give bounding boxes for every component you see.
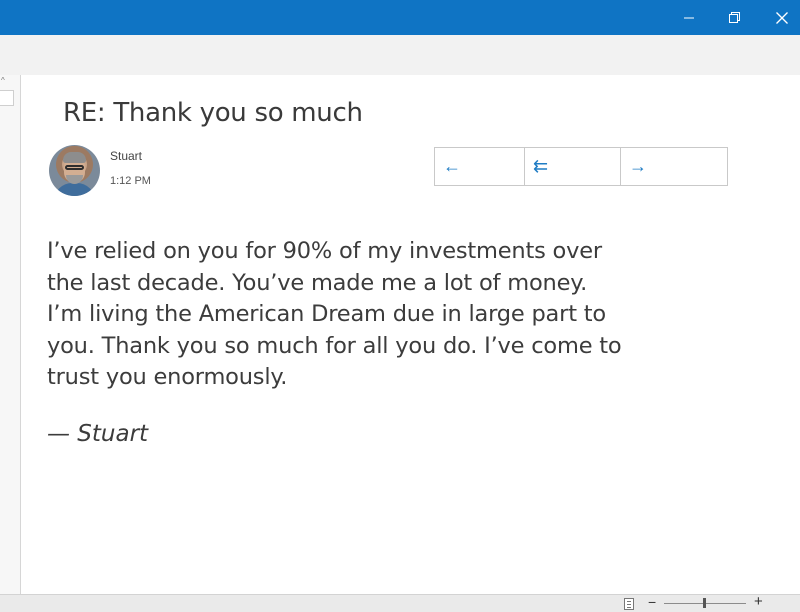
expand-pane-arrow-icon[interactable]: ^ (1, 76, 5, 85)
message-subject: RE: Thank you so much (63, 98, 363, 128)
body-line: the last decade. You’ve made me a lot of… (47, 269, 588, 296)
folder-pane-collapsed (0, 75, 21, 594)
zoom-slider-thumb[interactable] (703, 598, 706, 608)
title-bar (0, 0, 800, 35)
body-line: trust you enormously. (47, 364, 288, 390)
zoom-out-button[interactable]: − (648, 594, 656, 610)
zoom-in-button[interactable]: + (754, 593, 763, 610)
sender-name: Stuart (110, 149, 143, 163)
minimize-icon (684, 17, 694, 18)
message-time: 1:12 PM (110, 175, 151, 187)
reading-view-icon[interactable] (624, 598, 634, 610)
minimize-button[interactable] (669, 0, 709, 35)
message-actions: ← ⇇ → (434, 147, 728, 186)
collapsed-pane-toggle[interactable] (0, 90, 14, 106)
forward-button[interactable]: → (620, 148, 727, 185)
restore-button[interactable] (714, 0, 754, 35)
reply-icon: ← (443, 156, 461, 176)
message-body: I’ve relied on you for 90% of my investm… (47, 236, 707, 394)
reply-all-icon: ⇇ (533, 156, 549, 176)
restore-icon (728, 12, 740, 23)
close-icon (776, 11, 788, 24)
reply-button[interactable]: ← (435, 148, 524, 185)
body-line: I’ve relied on you for 90% of my investm… (47, 238, 602, 264)
reply-all-button[interactable]: ⇇ (524, 148, 620, 185)
message-signature: — Stuart (47, 421, 149, 447)
sender-avatar (49, 145, 100, 196)
forward-icon: → (629, 156, 647, 176)
body-line: you. Thank you so much for all you do. I… (47, 332, 622, 359)
ribbon-area (0, 35, 800, 75)
body-line: I’m living the American Dream due in lar… (47, 301, 606, 327)
status-bar: − + (0, 593, 800, 612)
close-button[interactable] (762, 0, 800, 35)
